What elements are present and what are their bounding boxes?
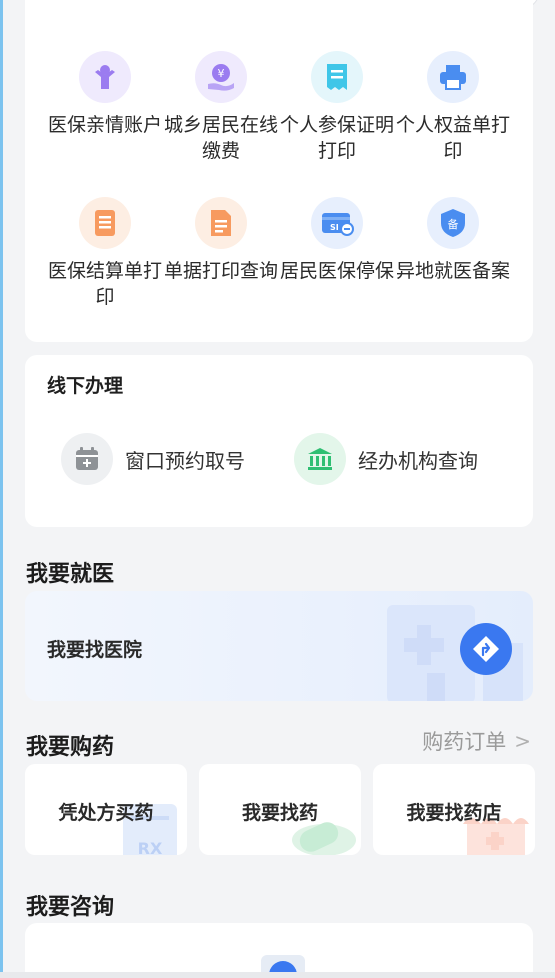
service-stop-insurance[interactable]: SI 居民医保停保: [279, 197, 395, 284]
offline-item-label: 窗口预约取号: [125, 448, 245, 473]
service-resident-payment[interactable]: ¥ 城乡居民在线缴费: [163, 51, 279, 164]
hospital-direction-button[interactable]: [460, 623, 512, 675]
offline-title: 线下办理: [47, 375, 124, 397]
section-title-medical: 我要就医: [26, 562, 115, 587]
service-label: 城乡居民在线缴费: [163, 114, 278, 162]
family-child-icon: [79, 51, 131, 103]
service-settlement-print[interactable]: 医保结算单打印: [47, 197, 163, 310]
svg-text:SI: SI: [330, 223, 339, 232]
si-card-minus-icon: SI: [311, 197, 363, 249]
section-title-consult: 我要咨询: [26, 895, 115, 920]
shield-record-icon: 备: [427, 197, 479, 249]
drug-card-label: 我要找药: [241, 802, 318, 824]
svg-text:备: 备: [448, 217, 459, 231]
calendar-plus-icon: [61, 433, 113, 485]
service-family-account[interactable]: 医保亲情账户: [47, 51, 163, 138]
service-label: 异地就医备案: [395, 260, 510, 282]
find-pharmacy-card[interactable]: 我要找药店: [373, 764, 535, 855]
svg-text:RX: RX: [138, 839, 163, 855]
find-drug-card[interactable]: 我要找药: [199, 764, 361, 855]
offline-item-label: 经办机构查询: [358, 448, 478, 473]
drug-orders-link[interactable]: 购药订单 >: [422, 726, 531, 756]
service-label: 单据打印查询: [163, 260, 278, 282]
chevron-right-icon: >: [514, 729, 531, 753]
find-hospital-card[interactable]: 我要找医院: [25, 591, 533, 701]
service-label: 医保亲情账户: [47, 114, 162, 136]
drug-card-label: 凭处方买药: [58, 802, 154, 824]
service-label: 个人参保证明打印: [279, 114, 394, 162]
bank-building-icon: [294, 433, 346, 485]
offline-card: 线下办理 窗口预约取号 经办机构查询: [25, 355, 533, 527]
list-document-icon: [79, 197, 131, 249]
consult-card[interactable]: [25, 923, 533, 978]
agency-query-button[interactable]: 经办机构查询: [294, 433, 478, 485]
service-insurance-certificate[interactable]: 个人参保证明打印: [279, 51, 395, 164]
service-rights-print[interactable]: 个人权益单打印: [395, 51, 511, 164]
service-label: 医保结算单打印: [47, 260, 162, 308]
service-label: 居民医保停保: [279, 260, 394, 282]
document-search-icon: [195, 197, 247, 249]
services-card: 医保亲情账户 ¥ 城乡居民在线缴费 个人参保证明打印 个人权益单打印 医保结算单…: [25, 0, 533, 342]
service-label: 个人权益单打印: [395, 114, 510, 162]
section-title-drugs: 我要购药: [26, 735, 115, 760]
service-bill-query[interactable]: 单据打印查询: [163, 197, 279, 284]
service-remote-record[interactable]: 备 异地就医备案: [395, 197, 511, 284]
window-appointment-button[interactable]: 窗口预约取号: [61, 433, 245, 485]
bottom-bar: [0, 972, 555, 978]
hospital-label: 我要找医院: [47, 639, 143, 661]
receipt-icon: [311, 51, 363, 103]
prescription-buy-card[interactable]: RX 凭处方买药: [25, 764, 187, 855]
svg-text:¥: ¥: [218, 67, 225, 80]
printer-icon: [427, 51, 479, 103]
left-edge-strip: [0, 0, 3, 978]
drug-orders-label: 购药订单: [422, 730, 507, 754]
drug-card-label: 我要找药店: [406, 802, 502, 824]
yuan-hand-icon: ¥: [195, 51, 247, 103]
